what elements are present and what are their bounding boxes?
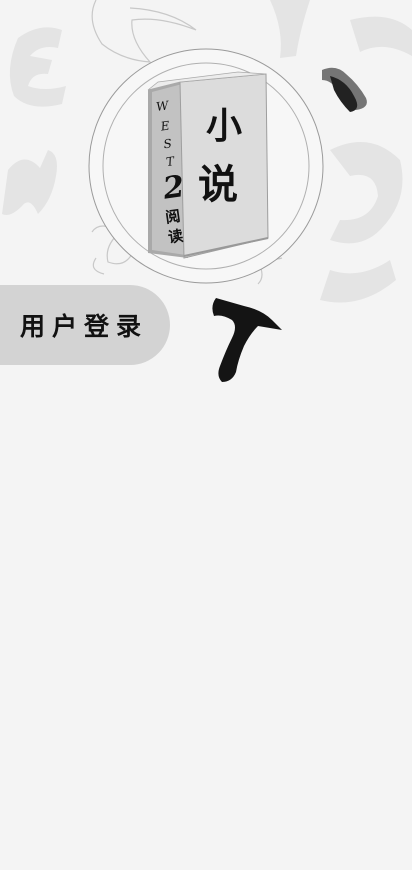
cover-char-xiao: 小 [206,105,242,147]
spine-char-yue: 阅 [164,207,181,227]
user-login-label: 用户登录 [20,312,149,341]
cover-char-shuo: 说 [198,161,238,208]
user-login-tab[interactable]: 用户登录 [0,285,170,365]
ink-brush-decoration [212,298,282,382]
app-logo-book-icon: W E S T 2 阅 读 小 说 [88,48,324,284]
spine-char-du: 读 [167,227,184,247]
